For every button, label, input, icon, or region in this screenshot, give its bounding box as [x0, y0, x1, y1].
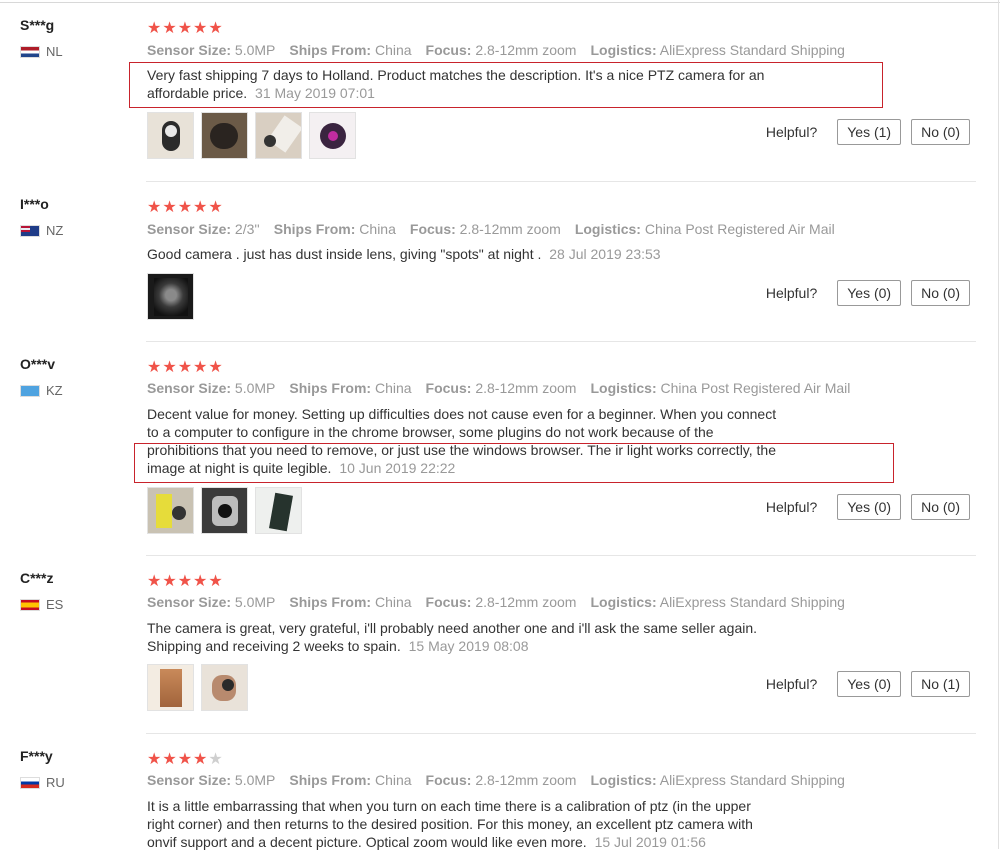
reviewer-country: NZ: [20, 223, 63, 238]
flag-icon: [20, 384, 40, 397]
helpful-yes-button[interactable]: Yes (0): [837, 494, 902, 520]
helpful-label: Helpful?: [765, 285, 818, 301]
helpful-no-button[interactable]: No (0): [911, 494, 970, 520]
highlight-box: [129, 62, 883, 108]
helpful-yes-button[interactable]: Yes (1): [837, 119, 902, 145]
review-photos: [147, 664, 248, 711]
review-photo[interactable]: [309, 112, 356, 159]
reviewer-name: C***z: [20, 570, 54, 586]
reviewer-country: RU: [20, 775, 65, 790]
rating-stars: ★★★★★: [147, 199, 224, 216]
review-meta: Sensor Size: 5.0MP Ships From: China Focus…: [147, 380, 851, 396]
country-code: NL: [46, 44, 63, 59]
review-text: Good camera . just has dust inside lens,…: [147, 246, 661, 262]
review-photo[interactable]: [147, 487, 194, 534]
rating-stars: ★★★★★: [147, 359, 224, 376]
review-divider: [146, 733, 976, 734]
reviewer-country: KZ: [20, 383, 63, 398]
country-code: NZ: [46, 223, 64, 238]
flag-icon: [20, 45, 40, 58]
reviewer-name: S***g: [20, 17, 55, 33]
review-date: 28 Jul 2019 23:53: [549, 246, 661, 262]
reviewer-name: F***y: [20, 748, 53, 764]
review-date: 15 Jul 2019 01:56: [594, 834, 706, 850]
review-date: 15 May 2019 08:08: [408, 638, 529, 654]
helpful-section: Helpful? Yes (1) No (0): [766, 119, 970, 145]
review-photo[interactable]: [147, 273, 194, 320]
review-meta: Sensor Size: 5.0MP Ships From: China Focus…: [147, 772, 845, 788]
helpful-label: Helpful?: [765, 676, 818, 692]
helpful-no-button[interactable]: No (0): [911, 119, 970, 145]
rating-stars: ★★★★★: [147, 573, 224, 590]
review-photo[interactable]: [201, 487, 248, 534]
helpful-section: Helpful? Yes (0) No (1): [766, 671, 970, 697]
helpful-no-button[interactable]: No (1): [911, 671, 970, 697]
review-divider: [146, 555, 976, 556]
review-divider: [146, 341, 976, 342]
review-text: The camera is great, very grateful, i'll…: [147, 620, 758, 654]
helpful-yes-button[interactable]: Yes (0): [837, 280, 902, 306]
reviewer-country: NL: [20, 44, 63, 59]
review-divider: [146, 181, 976, 182]
review-photo[interactable]: [147, 112, 194, 159]
right-border: [998, 0, 999, 849]
highlight-box: [134, 443, 894, 483]
country-code: KZ: [46, 383, 63, 398]
review-photos: [147, 273, 194, 320]
helpful-label: Helpful?: [765, 124, 818, 140]
review-meta: Sensor Size: 5.0MP Ships From: China Focus…: [147, 594, 845, 610]
review-photo[interactable]: [147, 664, 194, 711]
review-meta: Sensor Size: 5.0MP Ships From: China Focus…: [147, 42, 845, 58]
rating-stars: ★★★★★: [147, 20, 224, 37]
review-photos: [147, 112, 356, 159]
review-photos: [147, 487, 302, 534]
helpful-section: Helpful? Yes (0) No (0): [766, 494, 970, 520]
review-photo[interactable]: [201, 664, 248, 711]
helpful-yes-button[interactable]: Yes (0): [837, 671, 902, 697]
flag-icon: [20, 776, 40, 789]
helpful-section: Helpful? Yes (0) No (0): [766, 280, 970, 306]
flag-icon: [20, 224, 40, 237]
review-text: It is a little embarrassing that when yo…: [147, 798, 753, 850]
rating-stars: ★★★★★: [147, 751, 224, 768]
reviewer-name: O***v: [20, 356, 56, 372]
country-code: ES: [46, 597, 64, 612]
reviewer-country: ES: [20, 597, 63, 612]
helpful-label: Helpful?: [765, 499, 818, 515]
review-meta: Sensor Size: 2/3'' Ships From: China Focus…: [147, 221, 835, 237]
reviewer-name: I***o: [20, 196, 49, 212]
helpful-no-button[interactable]: No (0): [911, 280, 970, 306]
review-photo[interactable]: [255, 487, 302, 534]
review-photo[interactable]: [201, 112, 248, 159]
flag-icon: [20, 598, 40, 611]
top-border: [0, 2, 1000, 3]
country-code: RU: [46, 775, 65, 790]
review-photo[interactable]: [255, 112, 302, 159]
